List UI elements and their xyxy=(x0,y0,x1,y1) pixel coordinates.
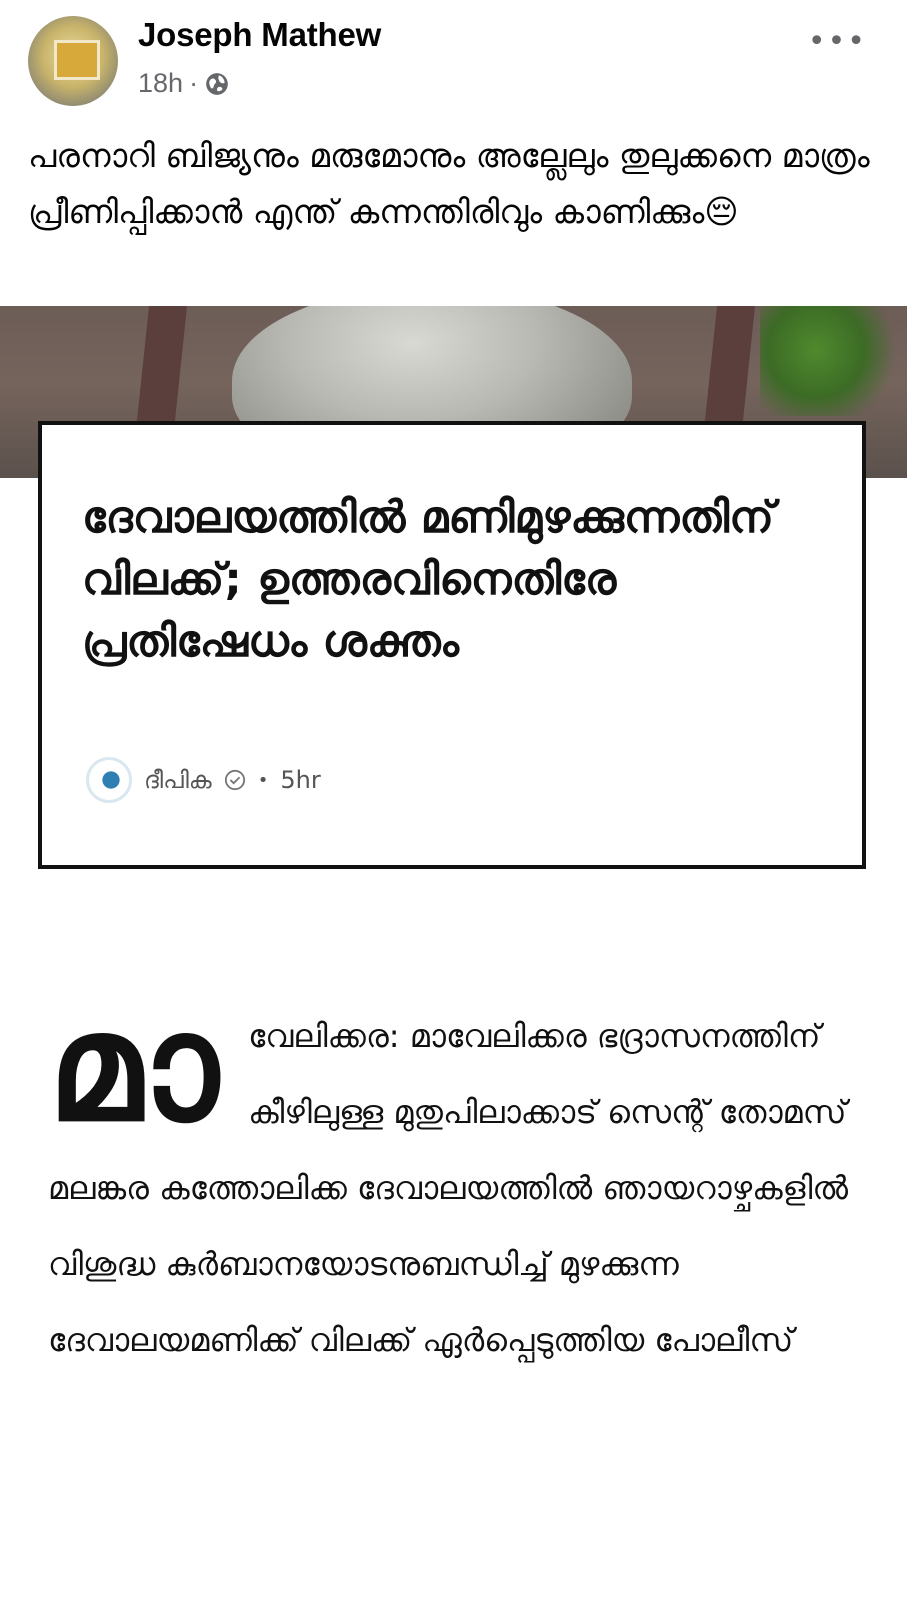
avatar-image xyxy=(54,40,100,80)
photo-grass xyxy=(760,306,900,416)
more-options-button[interactable]: ••• xyxy=(808,24,867,59)
news-card[interactable]: ദേവാലയത്തിൽ മണിമുഴക്കുന്നതിന് വിലക്ക്; ഉ… xyxy=(38,421,866,869)
source-age: 5hr xyxy=(280,766,321,794)
post-caption: പരനാറി ബിജ്യനും മരുമോനും അല്ലേലും തുലുക്… xyxy=(28,136,870,231)
news-headline: ദേവാലയത്തിൽ മണിമുഴക്കുന്നതിന് വിലക്ക്; ഉ… xyxy=(82,492,774,667)
source-name: ദീപിക xyxy=(144,766,212,794)
article-dropcap: മാ xyxy=(48,981,219,1155)
verified-check-icon xyxy=(224,769,245,791)
news-source-row: ദീപിക • 5hr xyxy=(86,757,321,803)
post-time[interactable]: 18h xyxy=(138,68,183,99)
globe-icon xyxy=(206,72,228,95)
source-bullet: • xyxy=(257,769,269,791)
post-meta: 18h · xyxy=(138,68,230,99)
author-name[interactable]: Joseph Mathew xyxy=(138,16,381,54)
article-body: മാ വേലിക്കര: മാവേലിക്കര ഭദ്രാസനത്തിന് കീ… xyxy=(48,981,868,1378)
meta-separator: · xyxy=(189,68,199,98)
source-logo-icon xyxy=(86,757,132,803)
profile-avatar[interactable] xyxy=(28,16,118,106)
